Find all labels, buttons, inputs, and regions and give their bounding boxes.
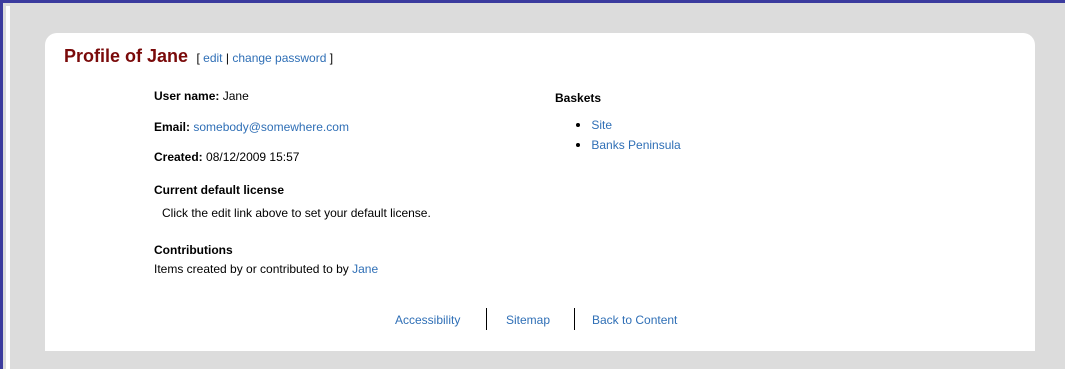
contributions-row: Items created by or contributed to by Ja… — [154, 262, 378, 276]
footer-nav: Accessibility Sitemap Back to Content — [45, 305, 1035, 331]
page-frame: Profile of Jane [ edit | change password… — [0, 0, 1065, 372]
user-name-label: User name: — [154, 89, 220, 103]
contributions-text: Items created by or contributed to by — [154, 262, 349, 276]
footer-accessibility-link[interactable]: Accessibility — [395, 313, 460, 327]
contributions-heading: Contributions — [154, 243, 233, 257]
email-row: Email: somebody@somewhere.com — [154, 120, 349, 134]
basket-link-site[interactable]: Site — [591, 118, 612, 132]
frame-gap — [6, 6, 10, 372]
link-divider: | — [225, 51, 229, 65]
email-label: Email: — [154, 120, 191, 134]
user-name-value: Jane — [222, 89, 249, 103]
user-name-row: User name: Jane — [154, 89, 249, 103]
footer-sitemap-link[interactable]: Sitemap — [506, 313, 550, 327]
close-bracket: ] — [329, 51, 334, 65]
profile-panel: Profile of Jane [ edit | change password… — [45, 33, 1035, 351]
license-heading: Current default license — [154, 183, 285, 197]
basket-item: Site — [576, 115, 681, 135]
title-row: Profile of Jane [ edit | change password… — [64, 46, 333, 67]
created-label: Created: — [154, 150, 203, 164]
created-row: Created: 08/12/2009 15:57 — [154, 150, 299, 164]
basket-link-banks-peninsula[interactable]: Banks Peninsula — [591, 138, 680, 152]
footer-back-to-content-link[interactable]: Back to Content — [592, 313, 677, 327]
open-bracket: [ — [196, 51, 200, 65]
basket-item: Banks Peninsula — [576, 135, 681, 155]
email-link[interactable]: somebody@somewhere.com — [193, 120, 349, 134]
baskets-heading: Baskets — [555, 91, 602, 105]
bullet-icon — [576, 142, 580, 147]
created-value: 08/12/2009 15:57 — [206, 150, 300, 164]
footer-separator — [574, 308, 575, 330]
contributions-user-link[interactable]: Jane — [352, 262, 378, 276]
bullet-icon — [576, 122, 580, 127]
title-links: [ edit | change password ] — [196, 51, 333, 65]
page-title: Profile of Jane — [64, 46, 189, 66]
baskets-list: Site Banks Peninsula — [576, 115, 681, 155]
footer-separator — [486, 308, 487, 330]
license-text: Click the edit link above to set your de… — [162, 206, 431, 220]
edit-link[interactable]: edit — [203, 51, 222, 65]
change-password-link[interactable]: change password — [232, 51, 326, 65]
